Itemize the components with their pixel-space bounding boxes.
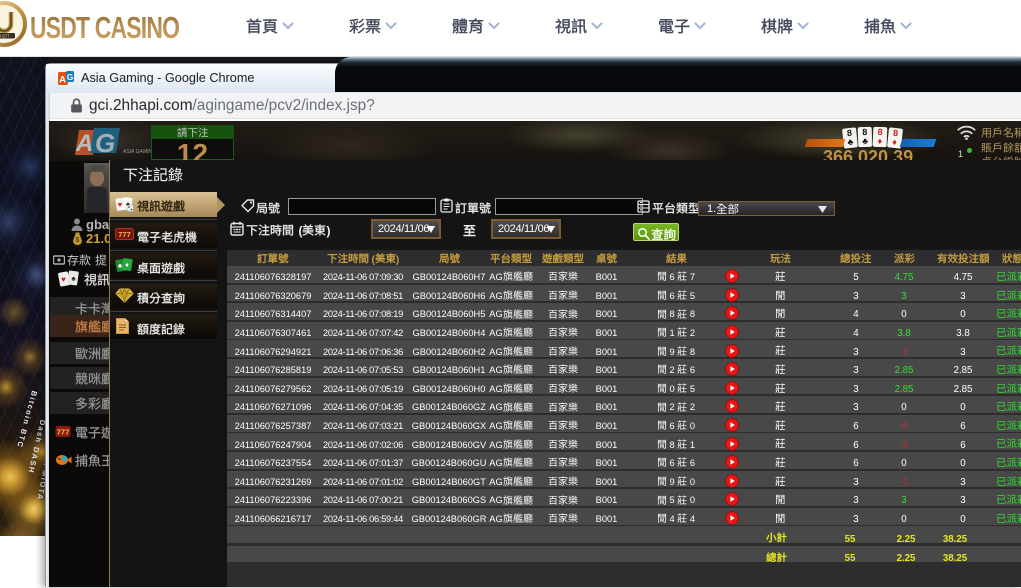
- svg-text:♥: ♥: [61, 275, 66, 284]
- svg-text:777: 777: [57, 428, 70, 437]
- svg-text:♦: ♦: [125, 262, 129, 269]
- svg-text:G: G: [67, 72, 74, 82]
- svg-text:777: 777: [118, 230, 131, 239]
- svg-text:A: A: [59, 75, 66, 86]
- svg-text:A: A: [75, 130, 93, 157]
- svg-text:♣: ♣: [118, 263, 123, 270]
- svg-text:G: G: [95, 128, 115, 157]
- svg-text:$: $: [76, 237, 80, 244]
- svg-text:USDT: USDT: [0, 34, 10, 39]
- svg-text:♥: ♥: [118, 200, 123, 209]
